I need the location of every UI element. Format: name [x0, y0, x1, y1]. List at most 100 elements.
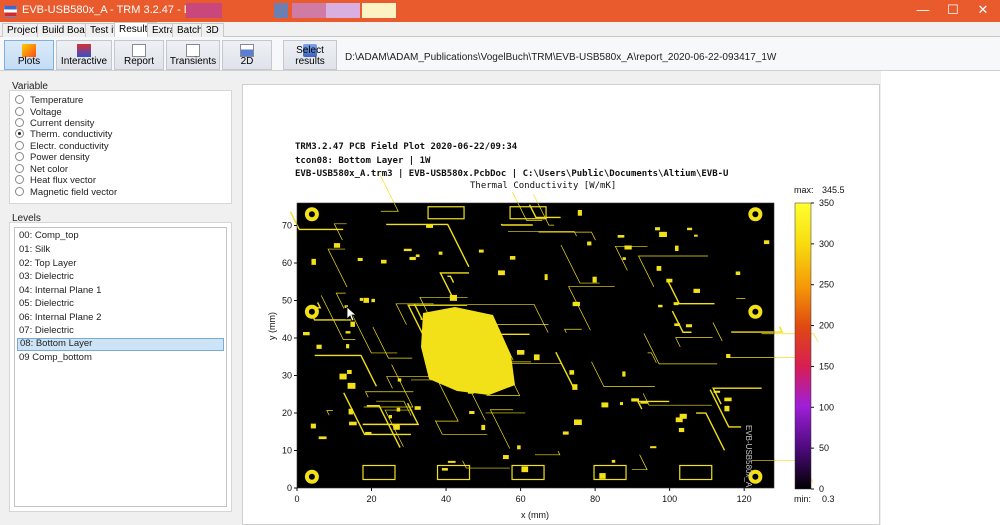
y-tick-label: 50 — [282, 296, 292, 306]
copper-pad — [316, 344, 322, 349]
copper-pad — [673, 302, 679, 306]
copper-pad — [350, 321, 355, 327]
variable-option[interactable]: Magnetic field vector — [15, 187, 117, 198]
x-axis-label: x (mm) — [521, 510, 549, 520]
radio-icon — [15, 175, 24, 184]
tab-3d[interactable]: 3D — [201, 23, 224, 37]
copper-pad — [674, 245, 679, 252]
x-tick-label: 20 — [367, 494, 377, 504]
copper-pad — [447, 460, 456, 463]
results-path: D:\ADAM\ADAM_Publications\VogelBuch\TRM\… — [345, 52, 777, 63]
copper-pad — [357, 257, 363, 262]
level-item[interactable]: 04: Internal Plane 1 — [17, 285, 224, 298]
level-item[interactable]: 09 Comp_bottom — [17, 352, 224, 365]
level-item[interactable]: 02: Top Layer — [17, 258, 224, 271]
copper-pad — [622, 371, 626, 377]
select-results-button[interactable]: Select results — [283, 40, 337, 70]
copper-pad — [573, 419, 582, 426]
level-item[interactable]: 06: Internal Plane 2 — [17, 312, 224, 325]
y-tick-label: 60 — [282, 258, 292, 268]
copper-pad — [441, 468, 448, 471]
copper-pad — [592, 276, 597, 283]
minimize-button[interactable]: — — [908, 0, 938, 22]
level-item[interactable]: 05: Dielectric — [17, 298, 224, 311]
right-blank-panel — [881, 71, 1000, 525]
level-item[interactable]: 00: Comp_top — [17, 230, 224, 243]
copper-pad — [763, 240, 770, 245]
level-item[interactable]: 07: Dielectric — [17, 325, 224, 338]
results-toolbar: Plots Interactive Report Transients 2D S… — [0, 37, 1000, 71]
2d-button[interactable]: 2D — [222, 40, 272, 70]
copper-pad — [303, 331, 310, 336]
colorbar-tick-label: 250 — [819, 280, 834, 290]
radio-icon — [15, 164, 24, 173]
copper-pad — [624, 245, 632, 250]
copper-pad — [346, 344, 350, 349]
copper-pad — [655, 227, 661, 231]
level-item[interactable]: 01: Silk — [17, 244, 224, 257]
copper-pad — [617, 235, 625, 238]
copper-pad — [544, 274, 548, 281]
variable-option[interactable]: Net color — [15, 164, 68, 175]
radio-selected-icon — [15, 129, 24, 138]
mounting-hole-drill — [752, 211, 759, 218]
variable-option[interactable]: Electr. conductivity — [15, 141, 109, 152]
copper-pad — [481, 424, 486, 431]
title-bar: EVB-USB580x_A - TRM 3.2.47 - D: — ☐ ✕ — [0, 0, 1000, 22]
copper-pad — [371, 298, 375, 303]
variable-option[interactable]: Voltage — [15, 107, 62, 118]
x-tick-label: 100 — [662, 494, 677, 504]
copper-pad — [687, 227, 693, 231]
variable-option[interactable]: Current density — [15, 118, 94, 129]
copper-pad — [619, 402, 624, 406]
copper-pad — [735, 271, 741, 276]
radio-icon — [15, 187, 24, 196]
copper-pad — [659, 231, 667, 238]
copper-pad — [572, 301, 580, 307]
copper-pad — [601, 402, 609, 408]
copper-pad — [577, 209, 582, 216]
copper-pad — [533, 354, 540, 361]
copper-pad — [521, 466, 529, 473]
variable-panel: Temperature Voltage Current density Ther… — [9, 90, 232, 204]
copper-pad — [631, 398, 639, 402]
copper-pad — [666, 278, 673, 283]
copper-pad — [339, 373, 347, 380]
copper-pad — [726, 354, 731, 358]
copper-pad — [469, 411, 475, 415]
levels-list[interactable]: 00: Comp_top 01: Silk 02: Top Layer 03: … — [14, 227, 227, 507]
level-item[interactable]: 03: Dielectric — [17, 271, 224, 284]
redacted-block — [186, 3, 222, 18]
mounting-hole-drill — [308, 473, 315, 480]
copper-pad — [572, 384, 578, 390]
copper-pad — [569, 370, 575, 375]
interactive-button[interactable]: Interactive — [56, 40, 112, 70]
mounting-hole-drill — [752, 308, 759, 315]
copper-pad — [656, 266, 662, 271]
min-value: 0.3 — [822, 494, 835, 504]
transients-button[interactable]: Transients — [166, 40, 220, 70]
copper-pad — [397, 378, 402, 382]
close-button[interactable]: ✕ — [968, 0, 998, 22]
y-tick-label: 70 — [282, 221, 292, 231]
variable-option[interactable]: Power density — [15, 152, 90, 163]
variable-option[interactable]: Heat flux vector — [15, 175, 96, 186]
colorbar-tick-label: 0 — [819, 484, 824, 494]
level-item-selected[interactable]: 08: Bottom Layer — [17, 338, 224, 351]
copper-pad — [622, 257, 626, 260]
variable-option[interactable]: Temperature — [15, 95, 83, 106]
copper-pad — [393, 424, 400, 430]
x-tick-label: 0 — [294, 494, 299, 504]
variable-option[interactable]: Therm. conductivity — [15, 129, 112, 140]
x-tick-label: 120 — [737, 494, 752, 504]
plots-button[interactable]: Plots — [4, 40, 54, 70]
main-tabs: Project Build Board Test it Results Extr… — [0, 22, 1000, 37]
report-button[interactable]: Report — [114, 40, 164, 70]
copper-pad — [388, 414, 392, 419]
colorbar-tick-label: 350 — [819, 198, 834, 208]
mounting-hole-drill — [308, 211, 315, 218]
maximize-button[interactable]: ☐ — [938, 0, 968, 22]
copper-pad — [674, 323, 681, 327]
colorbar-tick-label: 50 — [819, 443, 829, 453]
copper-pad — [724, 397, 732, 402]
